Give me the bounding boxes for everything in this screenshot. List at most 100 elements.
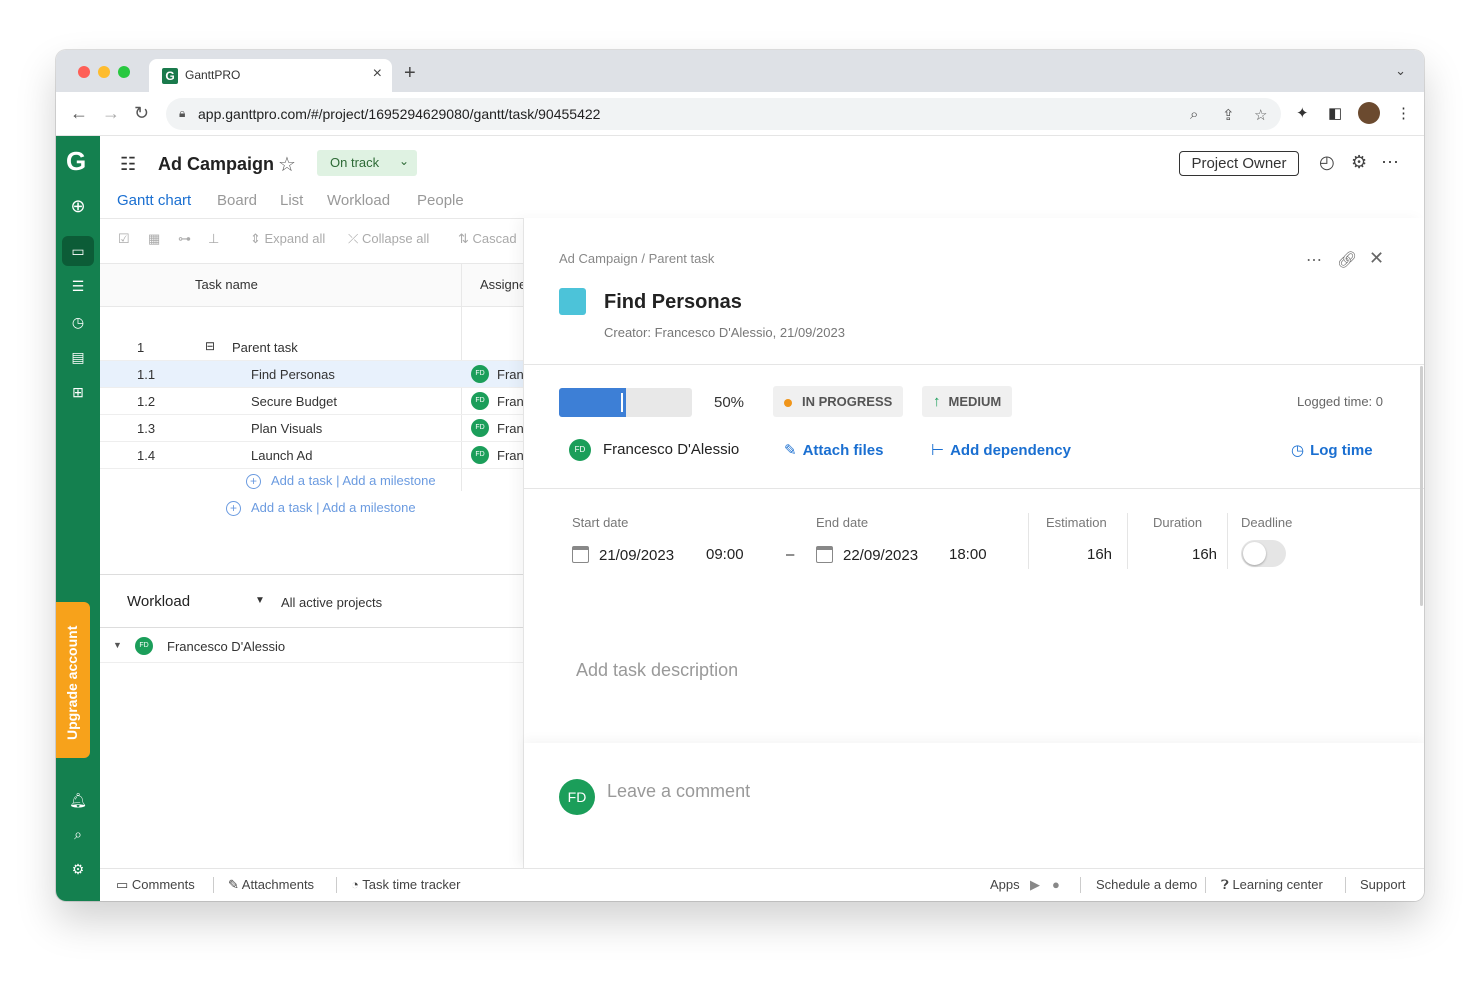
side-panel-icon[interactable]: ◧	[1328, 104, 1342, 122]
hierarchy-icon[interactable]: ⊶	[178, 231, 191, 247]
project-status-dropdown[interactable]: On track ⌄	[317, 150, 417, 176]
expand-all-button[interactable]: ⇕ Expand all	[250, 231, 325, 247]
tab-gantt-chart[interactable]: Gantt chart	[117, 192, 191, 209]
copy-link-icon[interactable]: 🔗︎	[1337, 250, 1357, 270]
workload-project-filter[interactable]: All active projects	[281, 595, 382, 610]
tab-close-icon[interactable]: ×	[373, 65, 382, 83]
more-options-icon[interactable]: ⋯	[1306, 250, 1322, 270]
expand-caret-icon[interactable]: ▼	[113, 640, 122, 650]
assignee-name[interactable]: Francesco D'Alessio	[603, 441, 739, 458]
column-task-name[interactable]: Task name	[195, 277, 258, 292]
google-play-icon[interactable]: ▶	[1030, 877, 1040, 893]
add-task-link[interactable]: Add a task	[251, 500, 312, 515]
add-task-link[interactable]: Add a task	[271, 473, 332, 488]
tab-list[interactable]: List	[280, 192, 303, 209]
add-plus-icon[interactable]: +	[246, 474, 261, 489]
upgrade-account-button[interactable]: Upgrade account	[56, 602, 90, 758]
collapse-group-icon[interactable]: ⊟	[205, 339, 215, 353]
log-time-button[interactable]: ◷ Log time	[1291, 441, 1373, 459]
table-row[interactable]: 1.2 Secure Budget FD Fran	[100, 388, 524, 415]
breadcrumb[interactable]: Ad Campaign / Parent task	[559, 251, 714, 266]
duration-field[interactable]: 16h	[1192, 546, 1217, 563]
add-milestone-link[interactable]: Add a milestone	[342, 473, 435, 488]
zoom-icon[interactable]: ⌕	[1190, 106, 1198, 123]
estimation-field[interactable]: 16h	[1087, 546, 1112, 563]
tab-workload[interactable]: Workload	[327, 192, 390, 209]
priority-badge[interactable]: ↑ MEDIUM	[922, 386, 1013, 417]
progress-handle[interactable]	[621, 393, 623, 412]
tasks-list-icon[interactable]: ☰	[68, 276, 88, 296]
deadline-toggle[interactable]	[1241, 540, 1286, 567]
task-title[interactable]: Find Personas	[604, 291, 742, 314]
end-time-field[interactable]: 18:00	[949, 546, 987, 563]
favorite-star-icon[interactable]: ☆	[278, 152, 296, 177]
browser-menu-icon[interactable]: ⋮	[1396, 104, 1411, 122]
table-row[interactable]: 1.1 Find Personas FD Fran	[100, 361, 524, 388]
bookmark-star-icon[interactable]: ☆	[1254, 106, 1267, 124]
projects-folder-icon[interactable]: ▭	[68, 241, 88, 261]
table-row[interactable]: 1 ⊟ Parent task	[100, 334, 523, 361]
settings-gear-icon[interactable]: ⚙	[68, 859, 88, 879]
task-description-input[interactable]: Add task description	[576, 660, 738, 681]
create-plus-icon[interactable]: ⊕	[68, 196, 88, 216]
schedule-demo-link[interactable]: Schedule a demo	[1096, 877, 1197, 892]
search-icon[interactable]: ⌕	[68, 824, 88, 844]
minimize-window-button[interactable]	[98, 66, 110, 78]
collapse-all-button[interactable]: ⤫ Collapse all	[348, 231, 429, 247]
close-window-button[interactable]	[78, 66, 90, 78]
browser-tab[interactable]: G GanttPRO ×	[149, 59, 392, 92]
column-assignee[interactable]: Assigne	[480, 277, 526, 292]
address-bar[interactable]: 🔒︎ app.ganttpro.com/#/project/1695294629…	[166, 98, 1281, 130]
notifications-bell-icon[interactable]: 🔔︎	[68, 790, 88, 810]
end-date-field[interactable]: 22/09/2023	[816, 546, 918, 564]
cascade-sort-button[interactable]: ⇅ Cascad	[458, 231, 517, 247]
back-icon[interactable]: ←	[70, 103, 88, 124]
maximize-window-button[interactable]	[118, 66, 130, 78]
avatar[interactable]: FD	[569, 439, 591, 461]
detail-scrollbar[interactable]	[1420, 366, 1423, 606]
time-log-clock-icon[interactable]: ◷	[68, 312, 88, 332]
footer-comments-button[interactable]: ▭ Comments	[116, 877, 195, 893]
ganttpro-logo[interactable]: G	[66, 148, 92, 174]
reports-icon[interactable]: ▤	[68, 347, 88, 367]
project-owner-button[interactable]: Project Owner	[1179, 151, 1299, 176]
baseline-icon[interactable]: ⊥	[208, 231, 219, 247]
start-date-field[interactable]: 21/09/2023	[572, 546, 674, 564]
table-row[interactable]: 1.4 Launch Ad FD Fran	[100, 442, 524, 469]
learning-center-link[interactable]: ❓︎ Learning center	[1221, 877, 1323, 893]
calendar-icon[interactable]: ▦	[148, 231, 160, 247]
tab-people[interactable]: People	[417, 192, 464, 209]
share-icon[interactable]: ⇪	[1222, 106, 1235, 124]
select-checkbox-icon[interactable]: ☑	[118, 231, 130, 247]
status-label: IN PROGRESS	[802, 394, 893, 409]
attach-files-button[interactable]: ✎ Attach files	[784, 441, 883, 459]
forward-icon[interactable]: →	[102, 103, 120, 124]
progress-slider[interactable]	[559, 388, 692, 417]
apple-icon[interactable]: ●	[1052, 877, 1060, 892]
add-dependency-button[interactable]: ⊢ Add dependency	[931, 441, 1071, 459]
tab-search-chevron-icon[interactable]: ⌄	[1395, 63, 1406, 79]
workload-dropdown-caret-icon[interactable]: ▼	[255, 595, 265, 606]
history-icon[interactable]: ◴	[1319, 152, 1335, 173]
comment-input[interactable]: Leave a comment	[607, 781, 750, 802]
add-milestone-link[interactable]: Add a milestone	[322, 500, 415, 515]
project-title[interactable]: Ad Campaign	[158, 154, 274, 175]
support-link[interactable]: Support	[1360, 877, 1406, 892]
add-plus-icon[interactable]: +	[226, 501, 241, 516]
table-row[interactable]: 1.3 Plan Visuals FD Fran	[100, 415, 524, 442]
profile-avatar[interactable]	[1358, 102, 1380, 124]
workload-person-row[interactable]: ▼ FD Francesco D'Alessio	[100, 629, 523, 663]
extensions-icon[interactable]: ✦	[1296, 104, 1309, 122]
footer-time-tracker-button[interactable]: ◔ Task time tracker	[351, 877, 460, 892]
start-time-field[interactable]: 09:00	[706, 546, 744, 563]
reload-icon[interactable]: ↻	[134, 103, 149, 124]
more-options-icon[interactable]: ⋯	[1381, 152, 1399, 173]
project-settings-gear-icon[interactable]: ⚙	[1351, 152, 1367, 173]
apps-grid-icon[interactable]: ⊞	[68, 382, 88, 402]
footer-attachments-button[interactable]: ✎ Attachments	[228, 877, 314, 893]
tab-board[interactable]: Board	[217, 192, 257, 209]
close-icon[interactable]: ✕	[1369, 248, 1384, 269]
status-badge[interactable]: IN PROGRESS	[773, 386, 904, 417]
task-color-swatch[interactable]	[559, 288, 586, 315]
new-tab-icon[interactable]: +	[404, 62, 416, 85]
